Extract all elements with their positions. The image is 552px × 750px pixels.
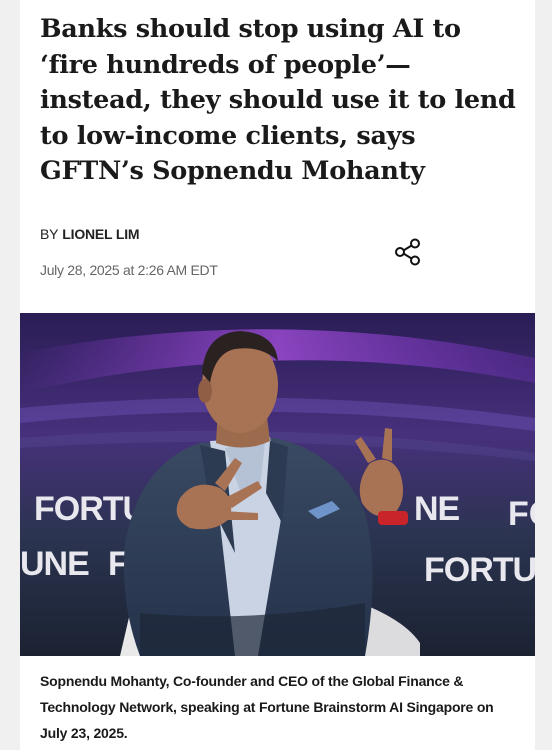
backdrop-text: FORTUNE (424, 551, 535, 589)
share-button[interactable] (392, 236, 424, 268)
byline: BY LIONEL LIM (40, 226, 140, 242)
hero-image: FORTU UNE F NE FC FORTUNE (20, 313, 535, 656)
article-card: Banks should stop using AI to ‘fire hund… (20, 0, 535, 750)
article-headline: Banks should stop using AI to ‘fire hund… (40, 14, 516, 186)
backdrop-text: FORTU (34, 490, 146, 528)
publish-date: July 28, 2025 at 2:26 AM EDT (40, 262, 218, 278)
byline-prefix: BY (40, 226, 59, 242)
backdrop-text: UNE (20, 545, 89, 583)
backdrop-text: NE (414, 490, 460, 528)
share-icon (395, 238, 420, 266)
backdrop-text: FC (508, 495, 535, 533)
image-caption: Sopnendu Mohanty, Co-founder and CEO of … (40, 673, 494, 741)
author-link[interactable]: LIONEL LIM (62, 226, 139, 242)
